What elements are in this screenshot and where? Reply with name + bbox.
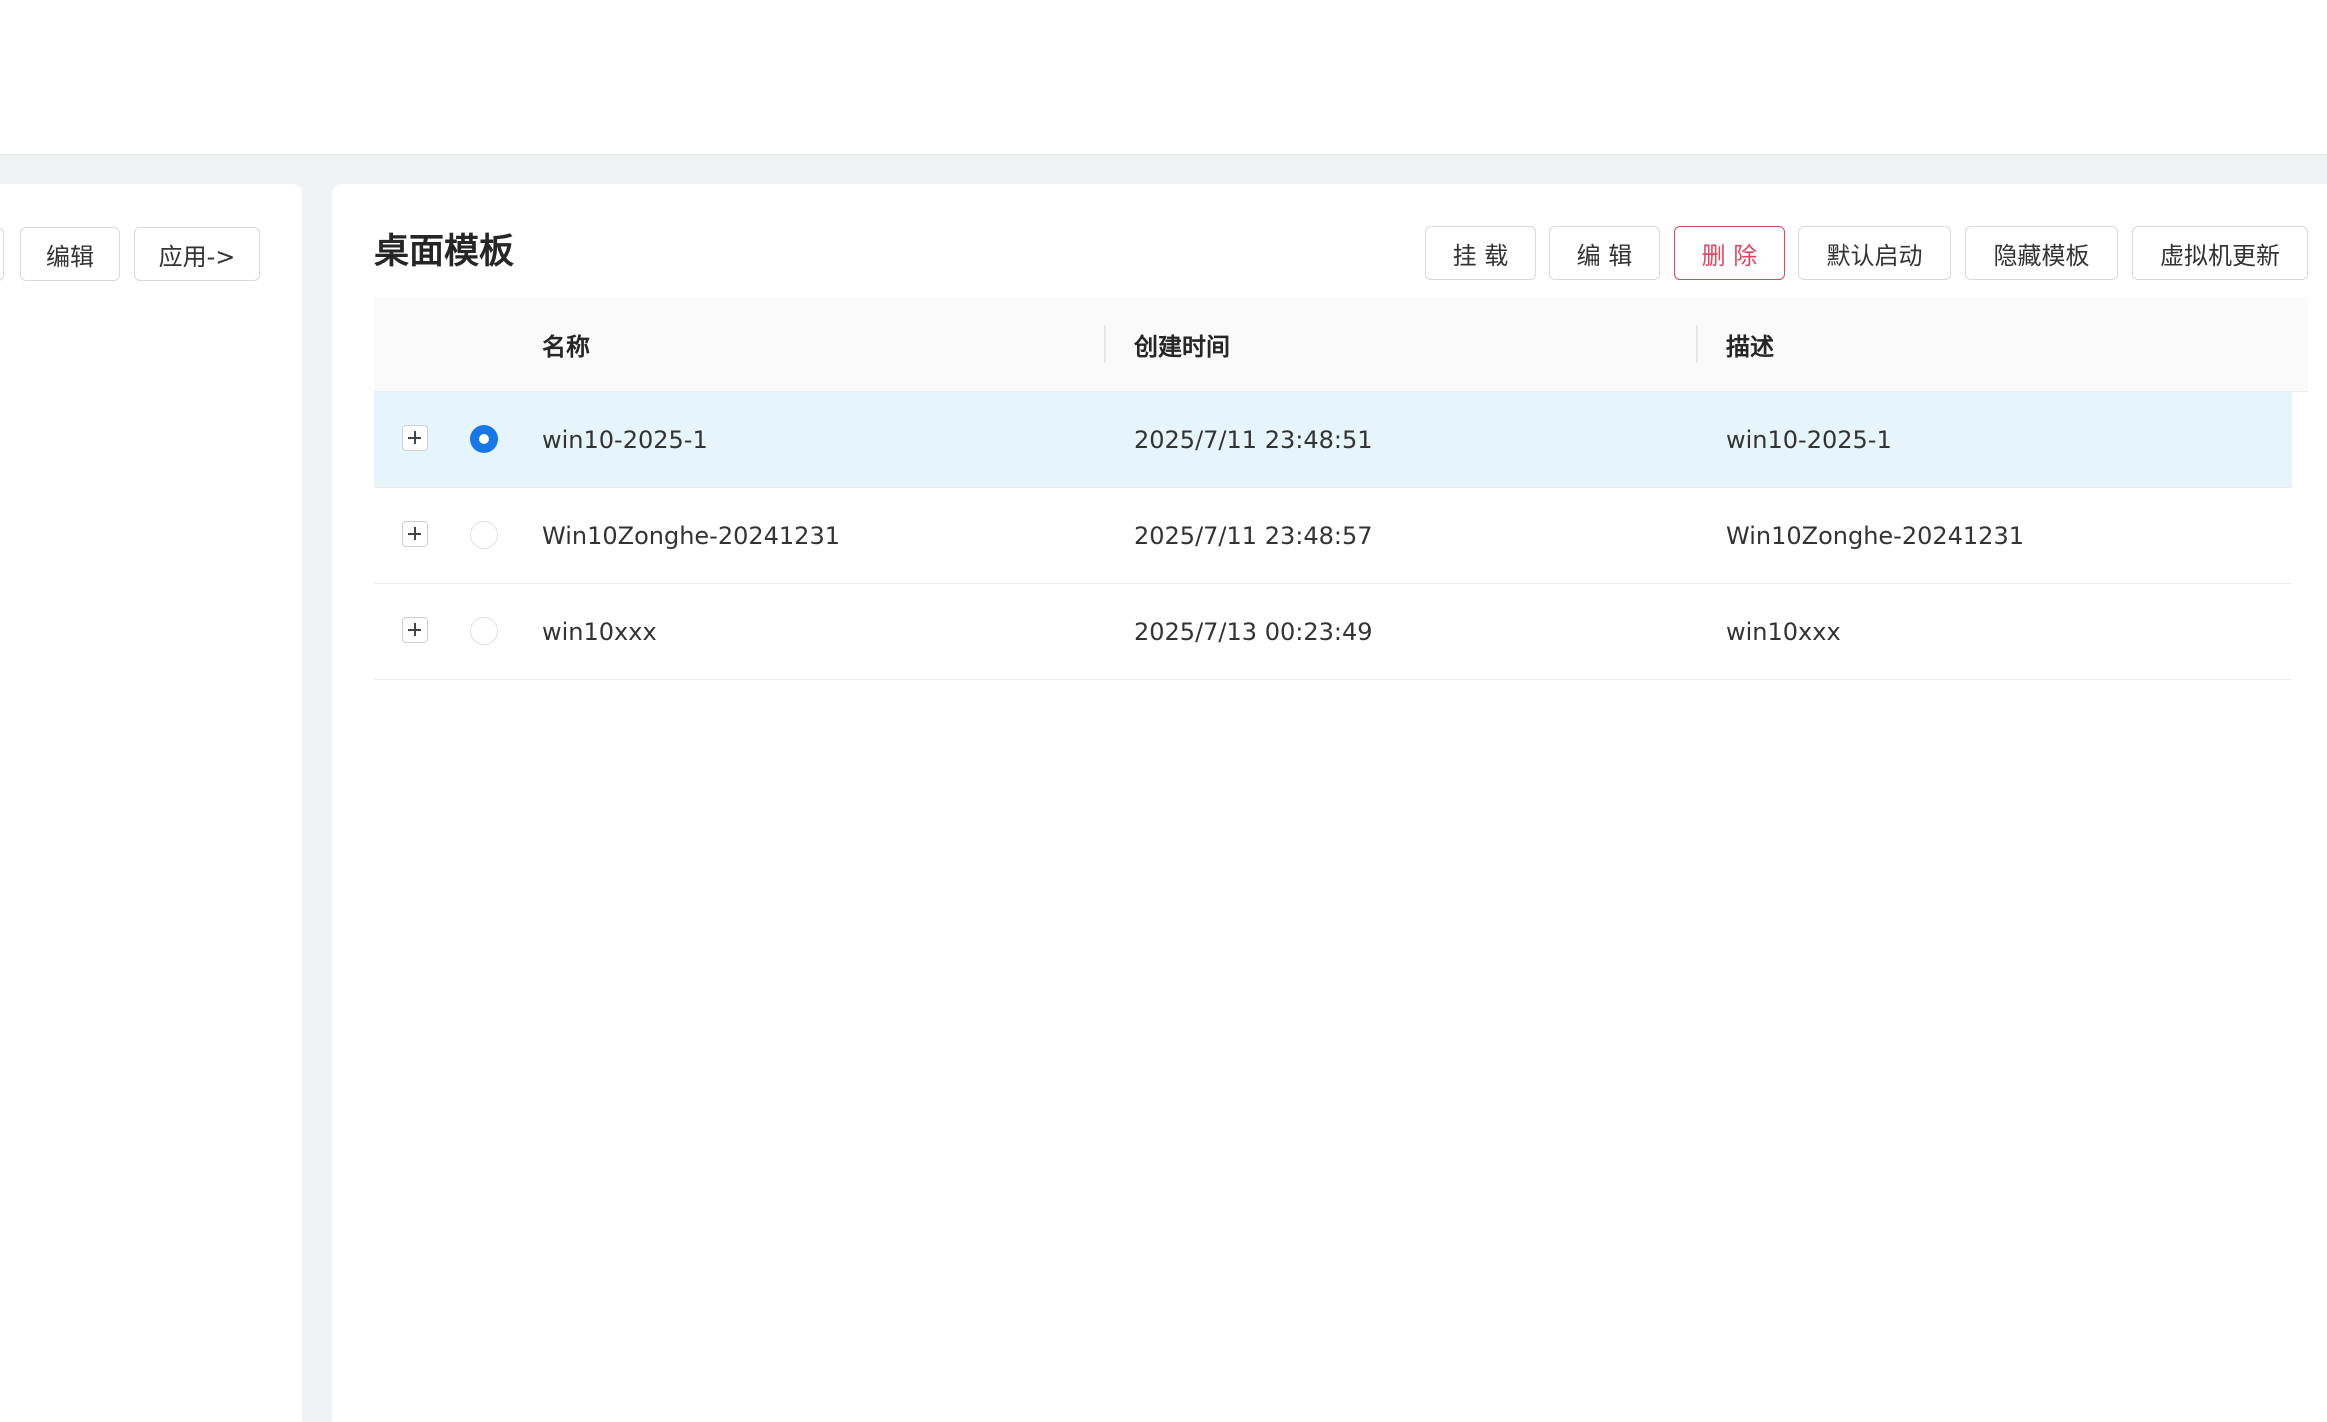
left-partial-button[interactable] [0,227,4,281]
page-title: 桌面模板 [374,232,515,272]
column-divider [1104,325,1106,363]
row-name: win10xxx [542,617,657,646]
radio-icon[interactable] [470,521,498,549]
column-divider [1696,325,1698,363]
row-name: Win10Zonghe-20241231 [542,521,840,550]
row-created-time: 2025/7/11 23:48:51 [1134,425,1373,454]
left-panel: 编辑 应用-> [0,184,302,1422]
row-description: Win10Zonghe-20241231 [1726,521,2024,550]
apply-button[interactable]: 应用-> [134,227,260,281]
column-header-description[interactable]: 描述 [1726,297,1774,391]
left-edit-button[interactable]: 编辑 [20,227,120,281]
table-row[interactable]: Win10Zonghe-20241231 2025/7/11 23:48:57 … [374,488,2292,584]
plus-icon[interactable] [402,425,428,451]
mount-button[interactable]: 挂 载 [1425,226,1536,280]
hide-template-button[interactable]: 隐藏模板 [1965,226,2118,280]
table-header: 名称 创建时间 描述 [374,297,2308,392]
plus-icon[interactable] [402,521,428,547]
column-header-name[interactable]: 名称 [542,297,590,391]
row-created-time: 2025/7/11 23:48:57 [1134,521,1373,550]
delete-button[interactable]: 删 除 [1674,226,1785,280]
plus-icon[interactable] [402,617,428,643]
desktop-template-panel: 桌面模板 挂 载 编 辑 删 除 默认启动 隐藏模板 虚拟机更新 名称 创建时间… [332,184,2327,1422]
table-row[interactable]: win10xxx 2025/7/13 00:23:49 win10xxx [374,584,2292,680]
radio-icon[interactable] [470,425,498,453]
vm-update-button[interactable]: 虚拟机更新 [2132,226,2308,280]
default-start-button[interactable]: 默认启动 [1798,226,1951,280]
template-table: 名称 创建时间 描述 win10-2025-1 2025/7/11 23:48:… [374,297,2308,680]
row-created-time: 2025/7/13 00:23:49 [1134,617,1373,646]
radio-icon[interactable] [470,617,498,645]
row-description: win10-2025-1 [1726,425,1892,454]
top-header [0,0,2327,155]
column-header-created[interactable]: 创建时间 [1134,297,1230,391]
edit-button[interactable]: 编 辑 [1549,226,1660,280]
row-description: win10xxx [1726,617,1841,646]
table-row[interactable]: win10-2025-1 2025/7/11 23:48:51 win10-20… [374,392,2292,488]
row-name: win10-2025-1 [542,425,708,454]
